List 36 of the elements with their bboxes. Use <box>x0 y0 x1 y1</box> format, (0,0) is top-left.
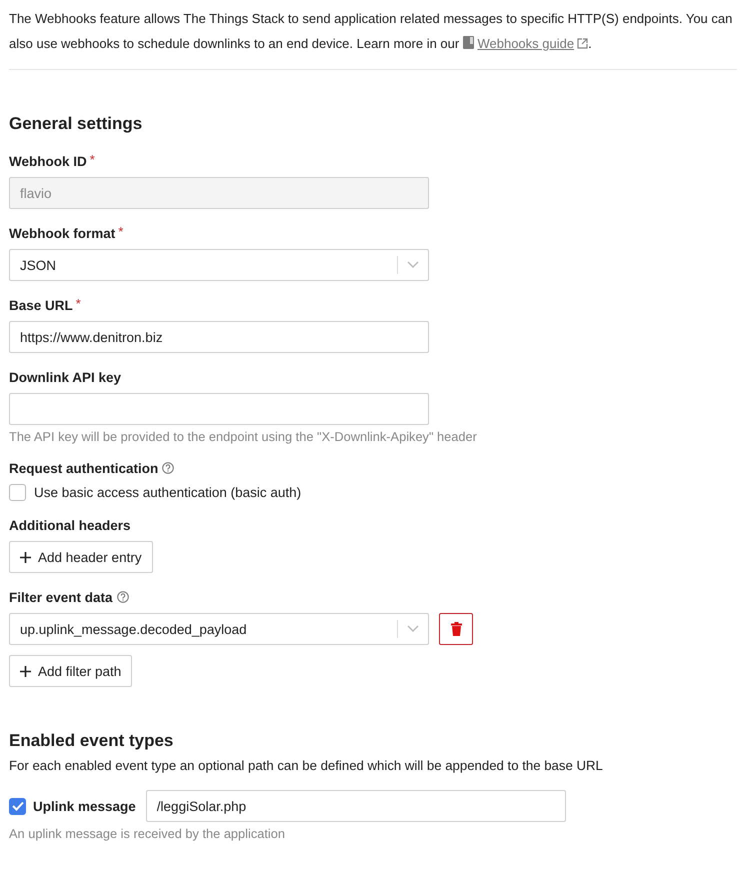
webhooks-guide-link[interactable]: Webhooks guide <box>477 36 588 51</box>
path-field[interactable]: /leggiSolar.php <box>146 790 566 822</box>
delete-button[interactable] <box>439 613 473 645</box>
field-label: Downlink API key <box>9 370 122 384</box>
text-field[interactable]: https://www.denitron.biz <box>9 321 429 353</box>
field-label: Request authentication <box>9 460 158 476</box>
help-icon[interactable] <box>162 462 174 474</box>
checkbox-label: Use basic access authentication (basic auth) <box>34 485 302 500</box>
plus-icon <box>20 552 31 562</box>
section-title: Enabled event types <box>9 731 174 751</box>
field-label: Webhook format <box>9 226 116 240</box>
field-label: Webhook ID <box>9 154 87 168</box>
intro-text: The Webhooks feature allows The Things Stack to send application related messages to specific HTTP(S) endpoints. You can also use webhooks to schedule downlinks to an end device. Learn more in our Webhooks guide . <box>9 10 734 53</box>
event-label: Uplink message <box>33 798 136 814</box>
event-description: An uplink message is received by the application <box>9 826 286 841</box>
book-icon <box>462 36 474 49</box>
external-link-icon <box>577 38 588 49</box>
required-mark: * <box>118 224 124 239</box>
field-label: Additional headers <box>9 518 131 532</box>
field-description: The API key will be provided to the endpoint using the "X-Downlink-Apikey" header <box>9 429 478 444</box>
add-header-button[interactable]: Add header entry <box>9 541 153 573</box>
trash-icon <box>450 622 462 636</box>
select-field[interactable]: up.uplink_message.decoded_payload <box>9 613 429 645</box>
checkbox[interactable] <box>9 484 26 501</box>
field-label: Filter event data <box>9 590 113 604</box>
select-field[interactable]: JSON <box>9 249 429 281</box>
section-title: General settings <box>9 114 144 134</box>
field-label: Base URL <box>9 298 73 312</box>
help-icon[interactable] <box>116 591 129 603</box>
required-mark: * <box>90 152 95 167</box>
plus-icon <box>20 666 31 676</box>
section-description: For each enabled event type an optional path can be defined which will be appended to the base URL <box>9 758 604 773</box>
text-field[interactable] <box>9 393 429 425</box>
add-filter-button[interactable]: Add filter path <box>9 655 132 687</box>
required-mark: * <box>76 296 81 311</box>
checkbox[interactable] <box>9 798 26 814</box>
